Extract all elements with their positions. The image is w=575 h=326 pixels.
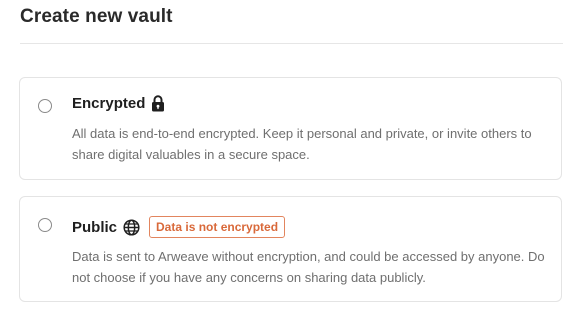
- encrypted-option-title-row: Encrypted: [72, 95, 165, 112]
- not-encrypted-badge: Data is not encrypted: [149, 216, 286, 238]
- lock-icon: [151, 95, 165, 112]
- public-option-title-row: Public Data is not encrypted: [72, 216, 286, 238]
- page-title: Create new vault: [20, 6, 173, 27]
- encrypted-vault-option[interactable]: Encrypted All data is end-to-end encrypt…: [19, 77, 562, 180]
- encrypted-radio-button[interactable]: [38, 99, 52, 113]
- encrypted-option-description: All data is end-to-end encrypted. Keep i…: [72, 126, 532, 162]
- divider: [20, 43, 563, 44]
- public-option-title: Public: [72, 218, 118, 236]
- encrypted-option-title: Encrypted: [72, 95, 146, 112]
- public-option-description: Data is sent to Arweave without encrypti…: [72, 249, 545, 285]
- globe-icon: [123, 218, 140, 236]
- public-vault-option[interactable]: Public Data is not encrypted Data is sen…: [19, 196, 562, 302]
- public-radio-button[interactable]: [38, 218, 52, 232]
